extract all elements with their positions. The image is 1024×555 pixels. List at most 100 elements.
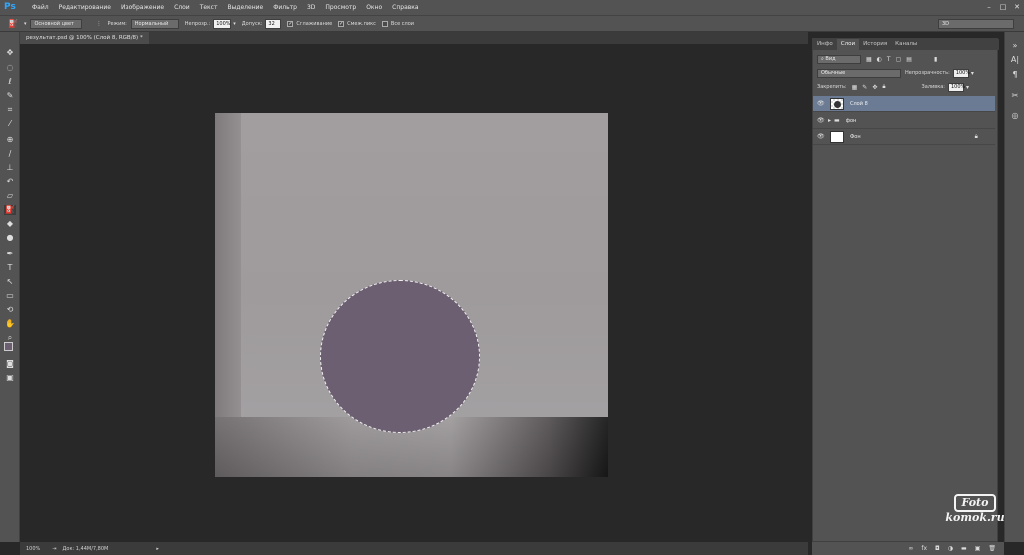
filter-pixel-icon[interactable]: ▦ [866, 56, 872, 63]
mode-select[interactable]: Нормальный [130, 18, 179, 29]
menu-3d[interactable]: 3D [307, 4, 315, 11]
blend-mode-select[interactable]: Обычные [817, 68, 901, 78]
marquee-tool-icon[interactable]: ◌ [4, 63, 16, 73]
visibility-eye-icon[interactable]: 👁︎ [817, 133, 825, 140]
lock-transparency-icon[interactable]: ▦ [852, 84, 858, 91]
menu-view[interactable]: Просмотр [325, 4, 356, 11]
type-tool-icon[interactable]: T [4, 263, 16, 273]
paint-bucket-tool-icon-active[interactable]: ⛽ [4, 205, 16, 215]
move-tool-icon[interactable]: ✥ [4, 48, 16, 58]
filter-toggle-icon[interactable]: ▮ [934, 56, 937, 63]
canvas-left-wall [215, 113, 241, 433]
quick-mask-icon[interactable]: ◙ [4, 359, 16, 369]
lock-pixels-icon[interactable]: ✎ [862, 84, 867, 91]
layer-row[interactable]: 👁︎ Фон 🔒︎ [813, 129, 995, 145]
menu-edit[interactable]: Редактирование [59, 4, 111, 11]
lock-position-icon[interactable]: ✥ [872, 84, 877, 91]
tool-presets-icon[interactable]: ✂ [1009, 90, 1021, 101]
ps-logo[interactable]: Ps [4, 1, 22, 14]
elliptical-selection[interactable] [320, 280, 480, 433]
document-tab[interactable]: результат.psd @ 100% (Слой 8, RGB/8) * [20, 32, 149, 44]
panel-collapse-icon[interactable]: » [1009, 40, 1021, 51]
menu-filter[interactable]: Фильтр [273, 4, 297, 11]
quick-select-tool-icon[interactable]: ✎ [4, 91, 16, 101]
menu-file[interactable]: Файл [32, 4, 49, 11]
tool-preset-chevron-icon[interactable]: ▾ [24, 21, 27, 27]
foreground-color-swatch[interactable] [4, 342, 13, 351]
layer-name[interactable]: фон [846, 118, 857, 124]
add-mask-icon[interactable]: ◘ [935, 545, 940, 552]
delete-layer-icon[interactable]: 🗑︎ [988, 545, 996, 552]
menu-layers[interactable]: Слои [174, 4, 190, 11]
crop-tool-icon[interactable]: ⌗ [4, 105, 16, 115]
layer-row[interactable]: 👁︎ ▸ ▬ фон [813, 113, 995, 129]
new-layer-icon[interactable]: ▣ [975, 545, 981, 552]
healing-tool-icon[interactable]: ⊕ [4, 135, 16, 145]
fill-chevron-icon[interactable]: ▾ [966, 84, 969, 91]
new-group-icon[interactable]: ▬ [961, 545, 967, 552]
zoom-level[interactable]: 100% [26, 546, 40, 552]
dodge-tool-icon[interactable]: ● [4, 233, 16, 243]
status-export-icon[interactable]: ⇥ [52, 546, 56, 552]
all-layers-checkbox[interactable] [381, 20, 388, 27]
filter-shape-icon[interactable]: ▢ [896, 56, 902, 63]
layer-name[interactable]: Слой 8 [850, 101, 868, 107]
menu-image[interactable]: Изображение [121, 4, 164, 11]
menu-window[interactable]: Окно [366, 4, 382, 11]
tab-history[interactable]: История [859, 39, 891, 50]
maximize-button[interactable]: □ [996, 1, 1010, 14]
new-adjustment-icon[interactable]: ◑ [948, 545, 953, 552]
paint-bucket-tool-icon[interactable]: ⛽ [8, 19, 18, 28]
history-brush-tool-icon[interactable]: ↶ [4, 177, 16, 187]
layer-row[interactable]: 👁︎ Слой 8 [813, 96, 995, 112]
link-layers-icon[interactable]: ∞ [908, 545, 913, 552]
shape-tool-icon[interactable]: ▭ [4, 291, 16, 301]
layer-opacity-input[interactable]: 100% [952, 68, 970, 78]
document-canvas[interactable] [215, 113, 608, 477]
lock-all-icon[interactable]: 🔒︎ [882, 83, 885, 91]
blur-tool-icon[interactable]: ◆ [4, 219, 16, 229]
close-button[interactable]: ✕ [1010, 1, 1024, 14]
contiguous-checkbox[interactable]: ✓ [338, 20, 345, 27]
clone-source-icon[interactable]: ◎ [1009, 110, 1021, 121]
layer-opacity-chevron-icon[interactable]: ▾ [971, 70, 974, 77]
pen-tool-icon[interactable]: ✒ [4, 249, 16, 259]
tab-info[interactable]: Инфо [813, 39, 837, 50]
tab-channels[interactable]: Каналы [891, 39, 921, 50]
opacity-input[interactable]: 100% [213, 18, 232, 29]
filter-adjustment-icon[interactable]: ◐ [877, 56, 882, 63]
character-panel-icon[interactable]: A| [1009, 54, 1021, 65]
lock-row: Закрепить: ▦ ✎ ✥ 🔒︎ Заливка: 100% ▾ [813, 80, 999, 94]
stamp-tool-icon[interactable]: ⊥ [4, 163, 16, 173]
visibility-eye-icon[interactable]: 👁︎ [817, 117, 825, 124]
eraser-tool-icon[interactable]: ▱ [4, 191, 16, 201]
3d-tool-icon[interactable]: ⟲ [4, 305, 16, 315]
pattern-picker-icon[interactable]: ⋮ [96, 21, 101, 27]
brush-tool-icon[interactable]: ∕ [4, 149, 16, 159]
layer-name[interactable]: Фон [850, 134, 861, 140]
opacity-chevron-icon[interactable]: ▾ [233, 21, 236, 27]
visibility-eye-icon[interactable]: 👁︎ [817, 100, 825, 107]
fill-input[interactable]: 100% [947, 82, 965, 92]
menu-select[interactable]: Выделение [227, 4, 263, 11]
add-style-icon[interactable]: fx [921, 545, 927, 552]
hand-tool-icon[interactable]: ✋ [4, 319, 16, 329]
path-select-tool-icon[interactable]: ↖ [4, 277, 16, 287]
screen-mode-icon[interactable]: ▣ [4, 373, 16, 383]
paragraph-panel-icon[interactable]: ¶ [1009, 69, 1021, 80]
tab-layers[interactable]: Слои [836, 39, 860, 50]
tolerance-input[interactable]: 32 [265, 18, 282, 29]
status-menu-icon[interactable]: ▸ [156, 546, 159, 552]
minimize-button[interactable]: – [982, 1, 996, 14]
filter-type-icon[interactable]: T [887, 56, 891, 63]
filter-smart-icon[interactable]: ▤ [906, 56, 912, 63]
filter-kind-select[interactable]: ⌕ Вид [817, 54, 861, 64]
fill-source-select[interactable]: Основной цвет [30, 18, 83, 29]
folder-expand-icon[interactable]: ▸ [828, 117, 831, 124]
menu-help[interactable]: Справка [392, 4, 418, 11]
lasso-tool-icon[interactable]: ℓ [4, 77, 16, 87]
antialias-checkbox[interactable]: ✓ [287, 20, 294, 27]
eyedropper-tool-icon[interactable]: ⁄ [4, 119, 16, 129]
workspace-3d-select[interactable]: 3D [938, 19, 1014, 29]
menu-type[interactable]: Текст [200, 4, 218, 11]
